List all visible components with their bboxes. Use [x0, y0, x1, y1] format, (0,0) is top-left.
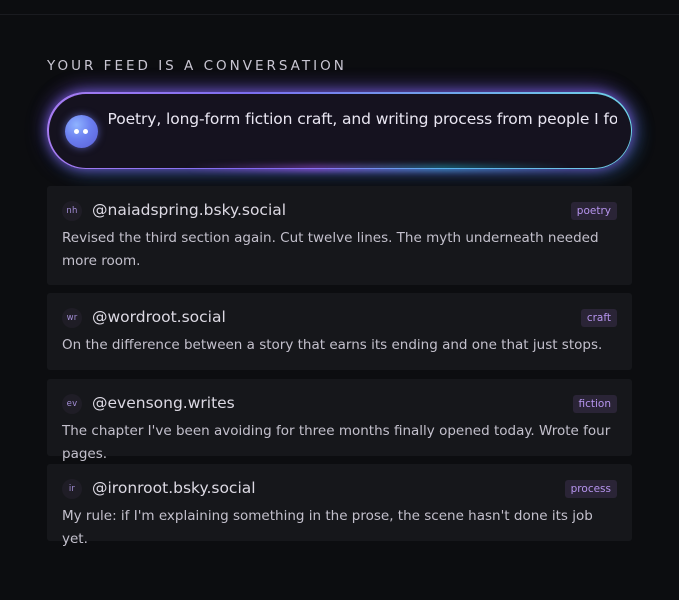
- avatar[interactable]: wr: [62, 308, 82, 328]
- feed-page: YOUR FEED IS A CONVERSATION Poetry, long…: [0, 0, 679, 600]
- post-handle[interactable]: @wordroot.social: [92, 308, 226, 326]
- avatar[interactable]: ir: [62, 479, 82, 499]
- post-text: The chapter I've been avoiding for three…: [62, 423, 611, 462]
- feed-heading: YOUR FEED IS A CONVERSATION: [47, 58, 347, 74]
- feed-post[interactable]: wr @wordroot.social craft On the differe…: [47, 293, 632, 370]
- feed-prompt-inner[interactable]: Poetry, long-form fiction craft, and wri…: [48, 93, 631, 168]
- bot-eye-left: [74, 128, 79, 134]
- post-tag[interactable]: poetry: [570, 202, 617, 220]
- post-tag[interactable]: craft: [580, 309, 617, 327]
- post-text: My rule: if I'm explaining something in …: [62, 508, 593, 547]
- post-handle[interactable]: @evensong.writes: [92, 394, 235, 412]
- top-divider: [0, 14, 679, 15]
- feed-post[interactable]: nh @naiadspring.bsky.social poetry Revis…: [47, 186, 632, 285]
- post-text: On the difference between a story that e…: [62, 337, 603, 353]
- avatar[interactable]: ev: [62, 394, 82, 414]
- avatar[interactable]: nh: [62, 201, 82, 221]
- bot-eye-right: [83, 128, 88, 134]
- post-handle[interactable]: @naiadspring.bsky.social: [92, 201, 286, 219]
- feed-prompt-box[interactable]: Poetry, long-form fiction craft, and wri…: [47, 92, 632, 171]
- post-tag[interactable]: process: [564, 480, 617, 498]
- feed-post[interactable]: ev @evensong.writes fiction The chapter …: [47, 379, 632, 462]
- feed-post[interactable]: ir @ironroot.bsky.social process My rule…: [47, 464, 632, 547]
- bot-face-icon: [64, 114, 98, 148]
- post-text: Revised the third section again. Cut twe…: [62, 230, 599, 269]
- post-handle[interactable]: @ironroot.bsky.social: [92, 479, 256, 497]
- post-tag[interactable]: fiction: [572, 395, 617, 413]
- feed-prompt-text[interactable]: Poetry, long-form fiction craft, and wri…: [108, 110, 617, 128]
